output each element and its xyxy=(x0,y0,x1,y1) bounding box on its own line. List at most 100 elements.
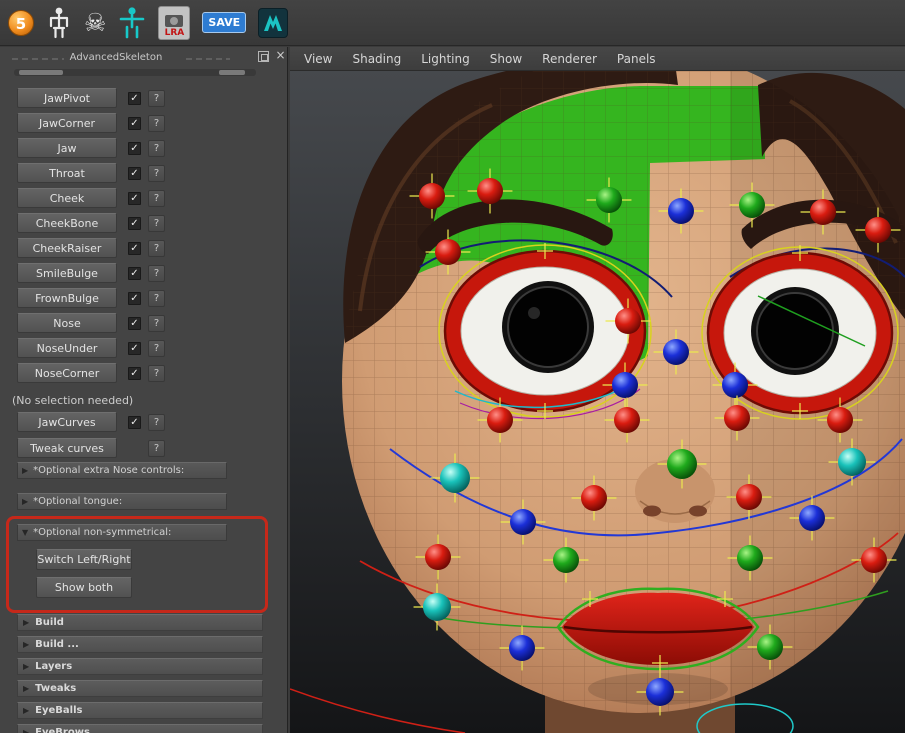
menu-item-panels[interactable]: Panels xyxy=(617,52,656,66)
checkbox[interactable]: ✓ xyxy=(128,367,141,380)
jawcorner-button[interactable]: JawCorner xyxy=(17,113,117,133)
menu-item-renderer[interactable]: Renderer xyxy=(542,52,597,66)
scrollbar-thumb[interactable] xyxy=(219,70,245,75)
cheekraiser-button[interactable]: CheekRaiser xyxy=(17,238,117,258)
help-button[interactable]: ? xyxy=(148,165,165,182)
help-button[interactable]: ? xyxy=(148,215,165,232)
section-eyeballs[interactable]: ▶ EyeBalls xyxy=(17,702,263,719)
help-button[interactable]: ? xyxy=(148,240,165,257)
cheek-button[interactable]: Cheek xyxy=(17,188,117,208)
chevron-right-icon: ▶ xyxy=(23,728,29,733)
list-item: NoseCorner ✓ ? xyxy=(17,363,165,383)
skeleton-icon[interactable] xyxy=(46,4,72,42)
close-panel-icon[interactable]: × xyxy=(274,48,287,62)
checkbox[interactable]: ✓ xyxy=(128,416,141,429)
menu-item-show[interactable]: Show xyxy=(490,52,522,66)
list-item: FrownBulge ✓ ? xyxy=(17,288,165,308)
tweak-curves-button[interactable]: Tweak curves xyxy=(17,438,117,458)
jawpivot-button[interactable]: JawPivot xyxy=(17,88,117,108)
cheekbone-button[interactable]: CheekBone xyxy=(17,213,117,233)
help-button[interactable]: ? xyxy=(148,340,165,357)
horizontal-scrollbar[interactable] xyxy=(14,69,256,76)
list-item: Jaw ✓ ? xyxy=(17,138,165,158)
checkbox[interactable]: ✓ xyxy=(128,117,141,130)
section-build-dots[interactable]: ▶ Build ... xyxy=(17,636,263,653)
frame-label: *Optional non-symmetrical: xyxy=(33,527,171,538)
viewport-3d-scene[interactable] xyxy=(290,71,905,733)
camera-icon xyxy=(165,15,183,27)
list-item: Tweak curves ? xyxy=(17,438,165,458)
section-build[interactable]: ▶ Build xyxy=(17,614,263,631)
checkbox[interactable]: ✓ xyxy=(128,292,141,305)
advanced-skeleton-panel: AdvancedSkeleton × JawPivot ✓ ? JawCorne… xyxy=(0,47,288,733)
help-button[interactable]: ? xyxy=(148,440,165,457)
control-button-list: JawPivot ✓ ? JawCorner ✓ ? Jaw ✓ ? Throa… xyxy=(17,88,165,383)
checkbox[interactable]: ✓ xyxy=(128,267,141,280)
section-tweaks[interactable]: ▶ Tweaks xyxy=(17,680,263,697)
help-button[interactable]: ? xyxy=(148,90,165,107)
jaw-button[interactable]: Jaw xyxy=(17,138,117,158)
smilebulge-button[interactable]: SmileBulge xyxy=(17,263,117,283)
checkbox[interactable]: ✓ xyxy=(128,192,141,205)
section-label: EyeBrows xyxy=(35,727,90,733)
frame-label: *Optional tongue: xyxy=(33,496,122,507)
lra-display-icon[interactable]: LRA xyxy=(158,6,190,40)
frame-optional-non-symmetrical[interactable]: ▼ *Optional non-symmetrical: xyxy=(17,524,227,541)
section-label: EyeBalls xyxy=(35,705,82,716)
section-layers[interactable]: ▶ Layers xyxy=(17,658,263,675)
menu-item-lighting[interactable]: Lighting xyxy=(421,52,470,66)
maya-logo-icon[interactable] xyxy=(258,8,288,38)
checkbox[interactable]: ✓ xyxy=(128,92,141,105)
frame-optional-extra-nose[interactable]: ▶ *Optional extra Nose controls: xyxy=(17,462,227,479)
chevron-right-icon: ▶ xyxy=(23,684,29,694)
section-eyebrows[interactable]: ▶ EyeBrows xyxy=(17,724,263,733)
frame-label: *Optional extra Nose controls: xyxy=(33,465,184,476)
checkbox[interactable]: ✓ xyxy=(128,342,141,355)
list-item: JawCurves ✓ ? xyxy=(17,412,165,432)
frownbulge-button[interactable]: FrownBulge xyxy=(17,288,117,308)
application-window: 5 ☠ LRA SAVE xyxy=(0,0,905,733)
menu-item-view[interactable]: View xyxy=(304,52,332,66)
checkbox[interactable]: ✓ xyxy=(128,242,141,255)
drag-handle[interactable] xyxy=(186,58,230,60)
jawcurves-button[interactable]: JawCurves xyxy=(17,412,117,432)
chevron-right-icon: ▶ xyxy=(22,466,28,476)
shelf-tab-5-icon[interactable]: 5 xyxy=(8,10,34,36)
switch-left-right-button[interactable]: Switch Left/Right xyxy=(36,549,132,570)
chevron-right-icon: ▶ xyxy=(23,640,29,650)
checkbox[interactable]: ✓ xyxy=(128,317,141,330)
help-button[interactable]: ? xyxy=(148,315,165,332)
section-label: Layers xyxy=(35,661,72,672)
chevron-right-icon: ▶ xyxy=(23,706,29,716)
section-label: Build ... xyxy=(35,639,79,650)
help-button[interactable]: ? xyxy=(148,140,165,157)
checkbox[interactable]: ✓ xyxy=(128,142,141,155)
throat-button[interactable]: Throat xyxy=(17,163,117,183)
help-button[interactable]: ? xyxy=(148,365,165,382)
list-item: Nose ✓ ? xyxy=(17,313,165,333)
frame-optional-tongue[interactable]: ▶ *Optional tongue: xyxy=(17,493,227,510)
chevron-down-icon: ▼ xyxy=(22,528,28,538)
scrollbar-thumb[interactable] xyxy=(19,70,63,75)
skull-icon[interactable]: ☠ xyxy=(84,4,106,42)
checkbox[interactable]: ✓ xyxy=(128,217,141,230)
viewport-menubar: View Shading Lighting Show Renderer Pane… xyxy=(290,47,905,71)
noseunder-button[interactable]: NoseUnder xyxy=(17,338,117,358)
tpose-figure-icon[interactable] xyxy=(118,4,146,42)
help-button[interactable]: ? xyxy=(148,190,165,207)
undock-panel-icon[interactable] xyxy=(258,51,269,62)
menu-item-shading[interactable]: Shading xyxy=(352,52,401,66)
nosecorner-button[interactable]: NoseCorner xyxy=(17,363,117,383)
nose-button[interactable]: Nose xyxy=(17,313,117,333)
section-label: Tweaks xyxy=(35,683,76,694)
help-button[interactable]: ? xyxy=(148,115,165,132)
save-button[interactable]: SAVE xyxy=(202,12,246,33)
help-button[interactable]: ? xyxy=(148,414,165,431)
checkbox[interactable]: ✓ xyxy=(128,167,141,180)
show-both-button[interactable]: Show both xyxy=(36,577,132,598)
list-item: Throat ✓ ? xyxy=(17,163,165,183)
help-button[interactable]: ? xyxy=(148,265,165,282)
list-item: Cheek ✓ ? xyxy=(17,188,165,208)
help-button[interactable]: ? xyxy=(148,290,165,307)
shelf-toolbar: 5 ☠ LRA SAVE xyxy=(0,0,905,46)
